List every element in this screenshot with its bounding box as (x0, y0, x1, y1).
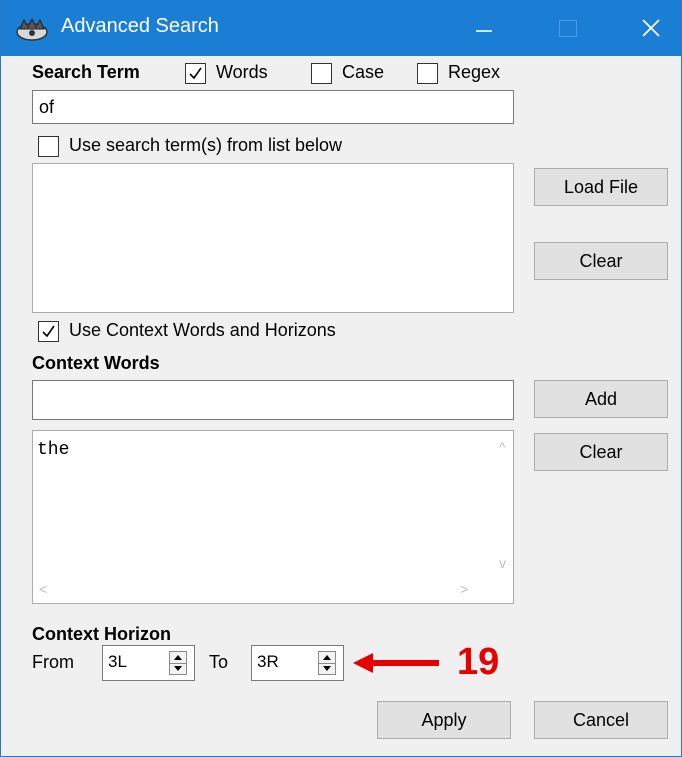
use-context-label: Use Context Words and Horizons (69, 320, 336, 340)
context-words-label: Context Words (32, 353, 160, 373)
advanced-search-dialog: Advanced Search Search Term Words Case R… (0, 0, 682, 757)
from-value: 3L (108, 652, 127, 671)
context-horizon-label: Context Horizon (32, 624, 171, 644)
annotation-arrow-icon (353, 653, 439, 673)
scroll-right-icon[interactable]: > (460, 581, 468, 597)
annotation-number: 19 (457, 641, 500, 683)
use-list-checkbox[interactable] (38, 136, 59, 157)
regex-label: Regex (448, 62, 501, 82)
to-spinner[interactable]: 3R (251, 645, 344, 681)
check-icon (189, 67, 202, 80)
scroll-down-icon[interactable]: v (499, 555, 506, 571)
scroll-left-icon[interactable]: < (39, 581, 47, 597)
close-icon (642, 19, 660, 37)
from-spinner[interactable]: 3L (102, 645, 195, 681)
words-label: Words (216, 62, 268, 82)
load-file-button[interactable]: Load File (534, 168, 668, 206)
search-term-label: Search Term (32, 62, 140, 82)
to-value: 3R (257, 652, 279, 671)
search-term-field[interactable] (32, 90, 514, 124)
case-label: Case (342, 62, 385, 82)
close-button[interactable] (621, 0, 681, 56)
use-context-checkbox[interactable] (38, 321, 59, 342)
scroll-up-icon[interactable]: ^ (499, 439, 506, 455)
case-checkbox[interactable] (311, 63, 332, 84)
cancel-button[interactable]: Cancel (534, 701, 668, 739)
add-context-button[interactable]: Add (534, 380, 668, 418)
minimize-button[interactable] (453, 0, 513, 56)
search-term-input[interactable] (33, 91, 513, 123)
clear-context-button[interactable]: Clear (534, 433, 668, 471)
context-word-input[interactable] (33, 381, 513, 419)
context-words-list[interactable]: the ^ v < > (32, 430, 514, 604)
apply-button[interactable]: Apply (377, 701, 511, 739)
context-word-item[interactable]: the (37, 440, 69, 460)
regex-checkbox[interactable] (417, 63, 438, 84)
from-spin-arrows[interactable] (169, 651, 187, 675)
maximize-button[interactable] (537, 0, 597, 56)
check-icon (42, 325, 55, 338)
clear-search-list-button[interactable]: Clear (534, 242, 668, 280)
to-spin-arrows[interactable] (318, 651, 336, 675)
title-bar[interactable]: Advanced Search (1, 0, 681, 56)
words-checkbox[interactable] (185, 63, 206, 84)
window-title: Advanced Search (61, 15, 219, 37)
context-word-field[interactable] (32, 380, 514, 420)
app-icon (16, 17, 48, 41)
to-label: To (209, 652, 229, 672)
search-terms-list[interactable] (32, 163, 514, 313)
use-list-label: Use search term(s) from list below (69, 135, 343, 155)
from-label: From (32, 652, 74, 672)
